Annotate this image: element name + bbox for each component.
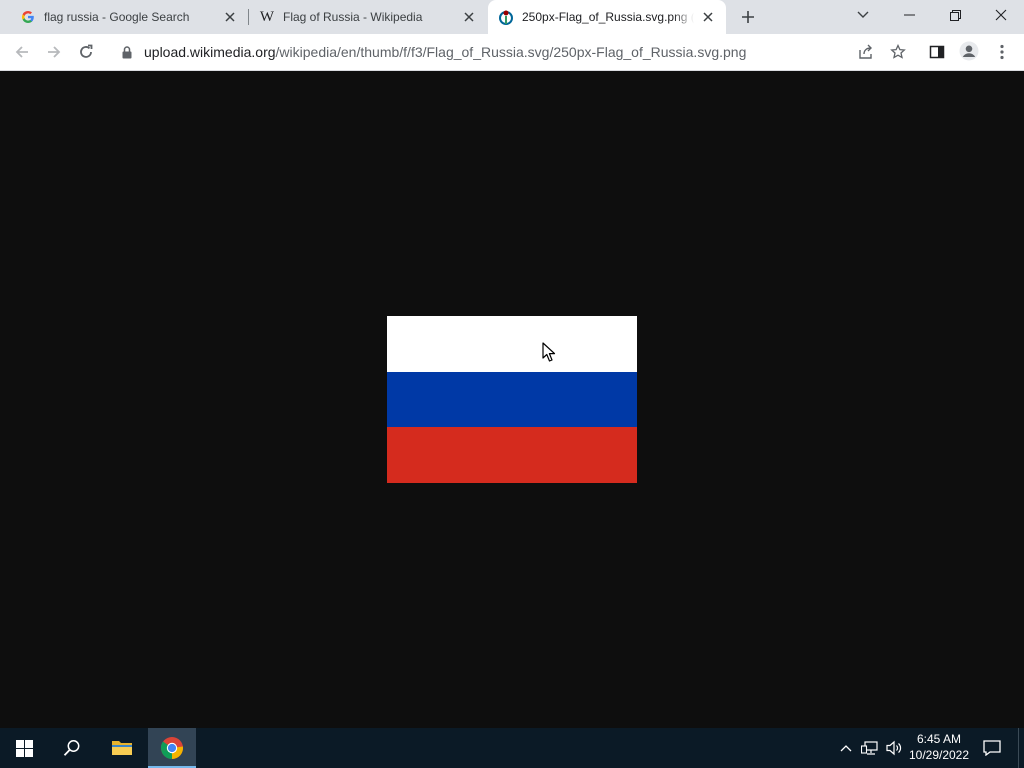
address-bar[interactable]: upload.wikimedia.org/wikipedia/en/thumb/… bbox=[108, 37, 916, 67]
tab-wikipedia[interactable]: W Flag of Russia - Wikipedia bbox=[249, 0, 487, 34]
tab-title: Flag of Russia - Wikipedia bbox=[283, 10, 423, 24]
lock-icon[interactable] bbox=[120, 45, 134, 59]
mouse-cursor-icon bbox=[542, 342, 556, 362]
share-icon[interactable] bbox=[856, 42, 876, 62]
browser-toolbar: upload.wikimedia.org/wikipedia/en/thumb/… bbox=[0, 34, 1024, 71]
close-tab-icon[interactable] bbox=[461, 9, 477, 25]
start-button[interactable] bbox=[0, 728, 48, 768]
reload-button[interactable] bbox=[73, 39, 99, 65]
network-icon[interactable] bbox=[860, 738, 880, 758]
search-icon bbox=[63, 740, 80, 756]
url-host: upload.wikimedia.org bbox=[144, 44, 276, 60]
tab-title: flag russia - Google Search bbox=[44, 10, 190, 24]
tab-strip: flag russia - Google Search W Flag of Ru… bbox=[0, 0, 1024, 34]
side-panel-icon[interactable] bbox=[927, 42, 947, 62]
folder-icon bbox=[112, 741, 132, 755]
flag-stripe-blue bbox=[387, 371, 637, 428]
close-window-button[interactable] bbox=[978, 0, 1024, 30]
close-tab-icon[interactable] bbox=[222, 9, 238, 25]
wikipedia-w-icon: W bbox=[259, 8, 275, 25]
close-tab-icon[interactable] bbox=[700, 9, 716, 25]
show-desktop-button[interactable] bbox=[1018, 728, 1024, 768]
wikimedia-icon bbox=[498, 9, 514, 25]
tab-search-button[interactable] bbox=[840, 0, 886, 30]
bookmark-star-icon[interactable] bbox=[888, 42, 908, 62]
image-viewer bbox=[0, 71, 1024, 728]
minimize-button[interactable] bbox=[886, 0, 932, 30]
chrome-taskbar-button[interactable] bbox=[148, 728, 196, 768]
forward-button[interactable] bbox=[41, 39, 67, 65]
clock-time: 6:45 AM bbox=[916, 732, 962, 746]
tab-google-search[interactable]: flag russia - Google Search bbox=[0, 0, 248, 34]
menu-kebab-icon[interactable] bbox=[992, 42, 1012, 62]
flag-stripe-white bbox=[387, 316, 637, 372]
url-path: /wikipedia/en/thumb/f/f3/Flag_of_Russia.… bbox=[275, 44, 747, 60]
back-button[interactable] bbox=[9, 39, 35, 65]
clock-date: 10/29/2022 bbox=[908, 748, 970, 762]
notifications-icon[interactable] bbox=[978, 728, 1006, 768]
url-text: upload.wikimedia.org/wikipedia/en/thumb/… bbox=[144, 44, 746, 60]
restore-button[interactable] bbox=[932, 0, 978, 30]
volume-icon[interactable] bbox=[884, 738, 904, 758]
flag-image[interactable] bbox=[387, 316, 637, 483]
chevron-up-icon[interactable] bbox=[836, 738, 856, 758]
tab-flag-image[interactable]: 250px-Flag_of_Russia.svg.png (250 bbox=[488, 0, 726, 34]
tab-title: 250px-Flag_of_Russia.svg.png (250 bbox=[522, 10, 694, 24]
profile-avatar-icon[interactable] bbox=[959, 41, 979, 61]
flag-stripe-red bbox=[387, 427, 637, 483]
file-explorer-button[interactable] bbox=[98, 728, 146, 768]
windows-logo-icon bbox=[15, 739, 33, 757]
new-tab-button[interactable] bbox=[736, 5, 760, 29]
windows-taskbar: 6:45 AM 10/29/2022 bbox=[0, 728, 1024, 768]
search-button[interactable] bbox=[48, 728, 96, 768]
system-clock[interactable]: 6:45 AM 10/29/2022 bbox=[904, 731, 974, 765]
chrome-icon bbox=[160, 737, 184, 759]
google-g-icon bbox=[20, 9, 36, 25]
